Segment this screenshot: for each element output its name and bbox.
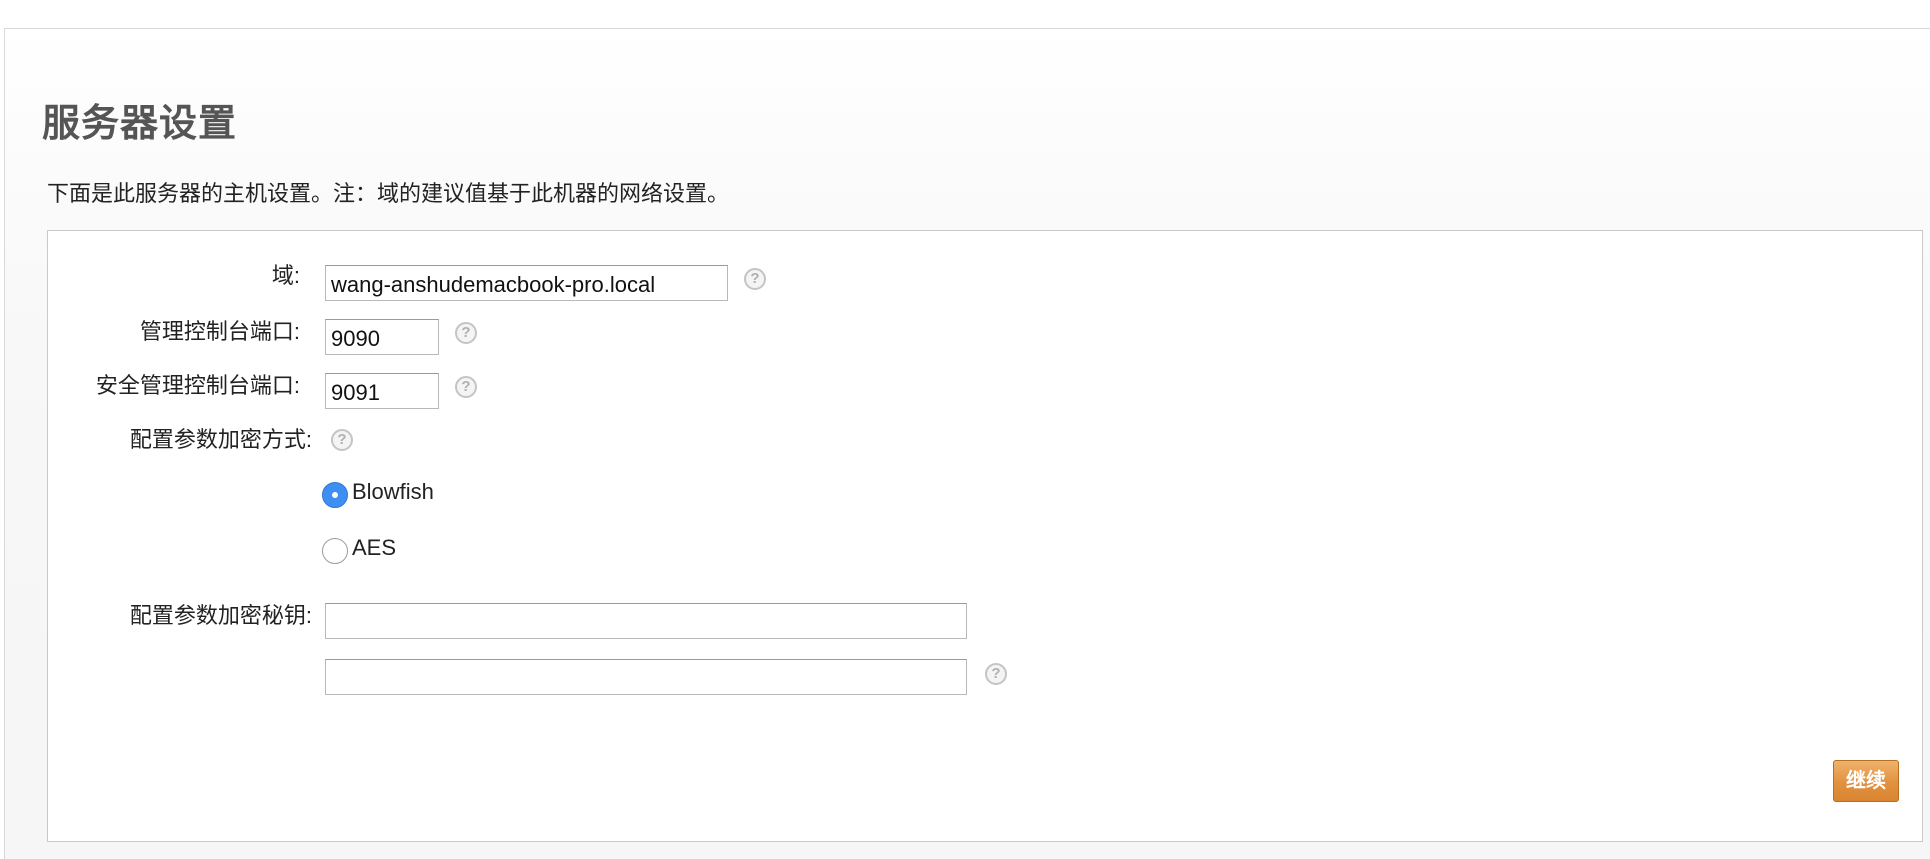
encryption-key-help-icon[interactable]: ? [985, 663, 1007, 685]
encryption-key-confirm-input[interactable] [325, 659, 967, 695]
blowfish-radio-label[interactable]: Blowfish [352, 479, 434, 505]
top-bar [0, 0, 1930, 28]
encryption-method-label: 配置参数加密方式: [129, 427, 312, 452]
aes-radio[interactable] [322, 538, 348, 564]
encryption-key-input[interactable] [325, 603, 967, 639]
continue-button[interactable]: 继续 [1833, 760, 1899, 802]
secure-admin-console-port-help-icon[interactable]: ? [455, 376, 477, 398]
encryption-key-label: 配置参数加密秘钥: [129, 603, 312, 628]
domain-label: 域: [271, 263, 300, 288]
admin-console-port-label: 管理控制台端口: [139, 319, 300, 344]
secure-admin-console-port-label: 安全管理控制台端口: [95, 373, 300, 398]
admin-console-port-input[interactable] [325, 319, 439, 355]
page-title: 服务器设置 [42, 103, 238, 145]
secure-admin-console-port-input[interactable] [325, 373, 439, 409]
domain-input[interactable] [325, 265, 728, 301]
domain-help-icon[interactable]: ? [744, 268, 766, 290]
encryption-method-help-icon[interactable]: ? [331, 429, 353, 451]
admin-console-port-help-icon[interactable]: ? [455, 322, 477, 344]
blowfish-radio[interactable] [322, 482, 348, 508]
page-description: 下面是此服务器的主机设置。注：域的建议值基于此机器的网络设置。 [47, 181, 730, 206]
aes-radio-label[interactable]: AES [352, 535, 396, 561]
